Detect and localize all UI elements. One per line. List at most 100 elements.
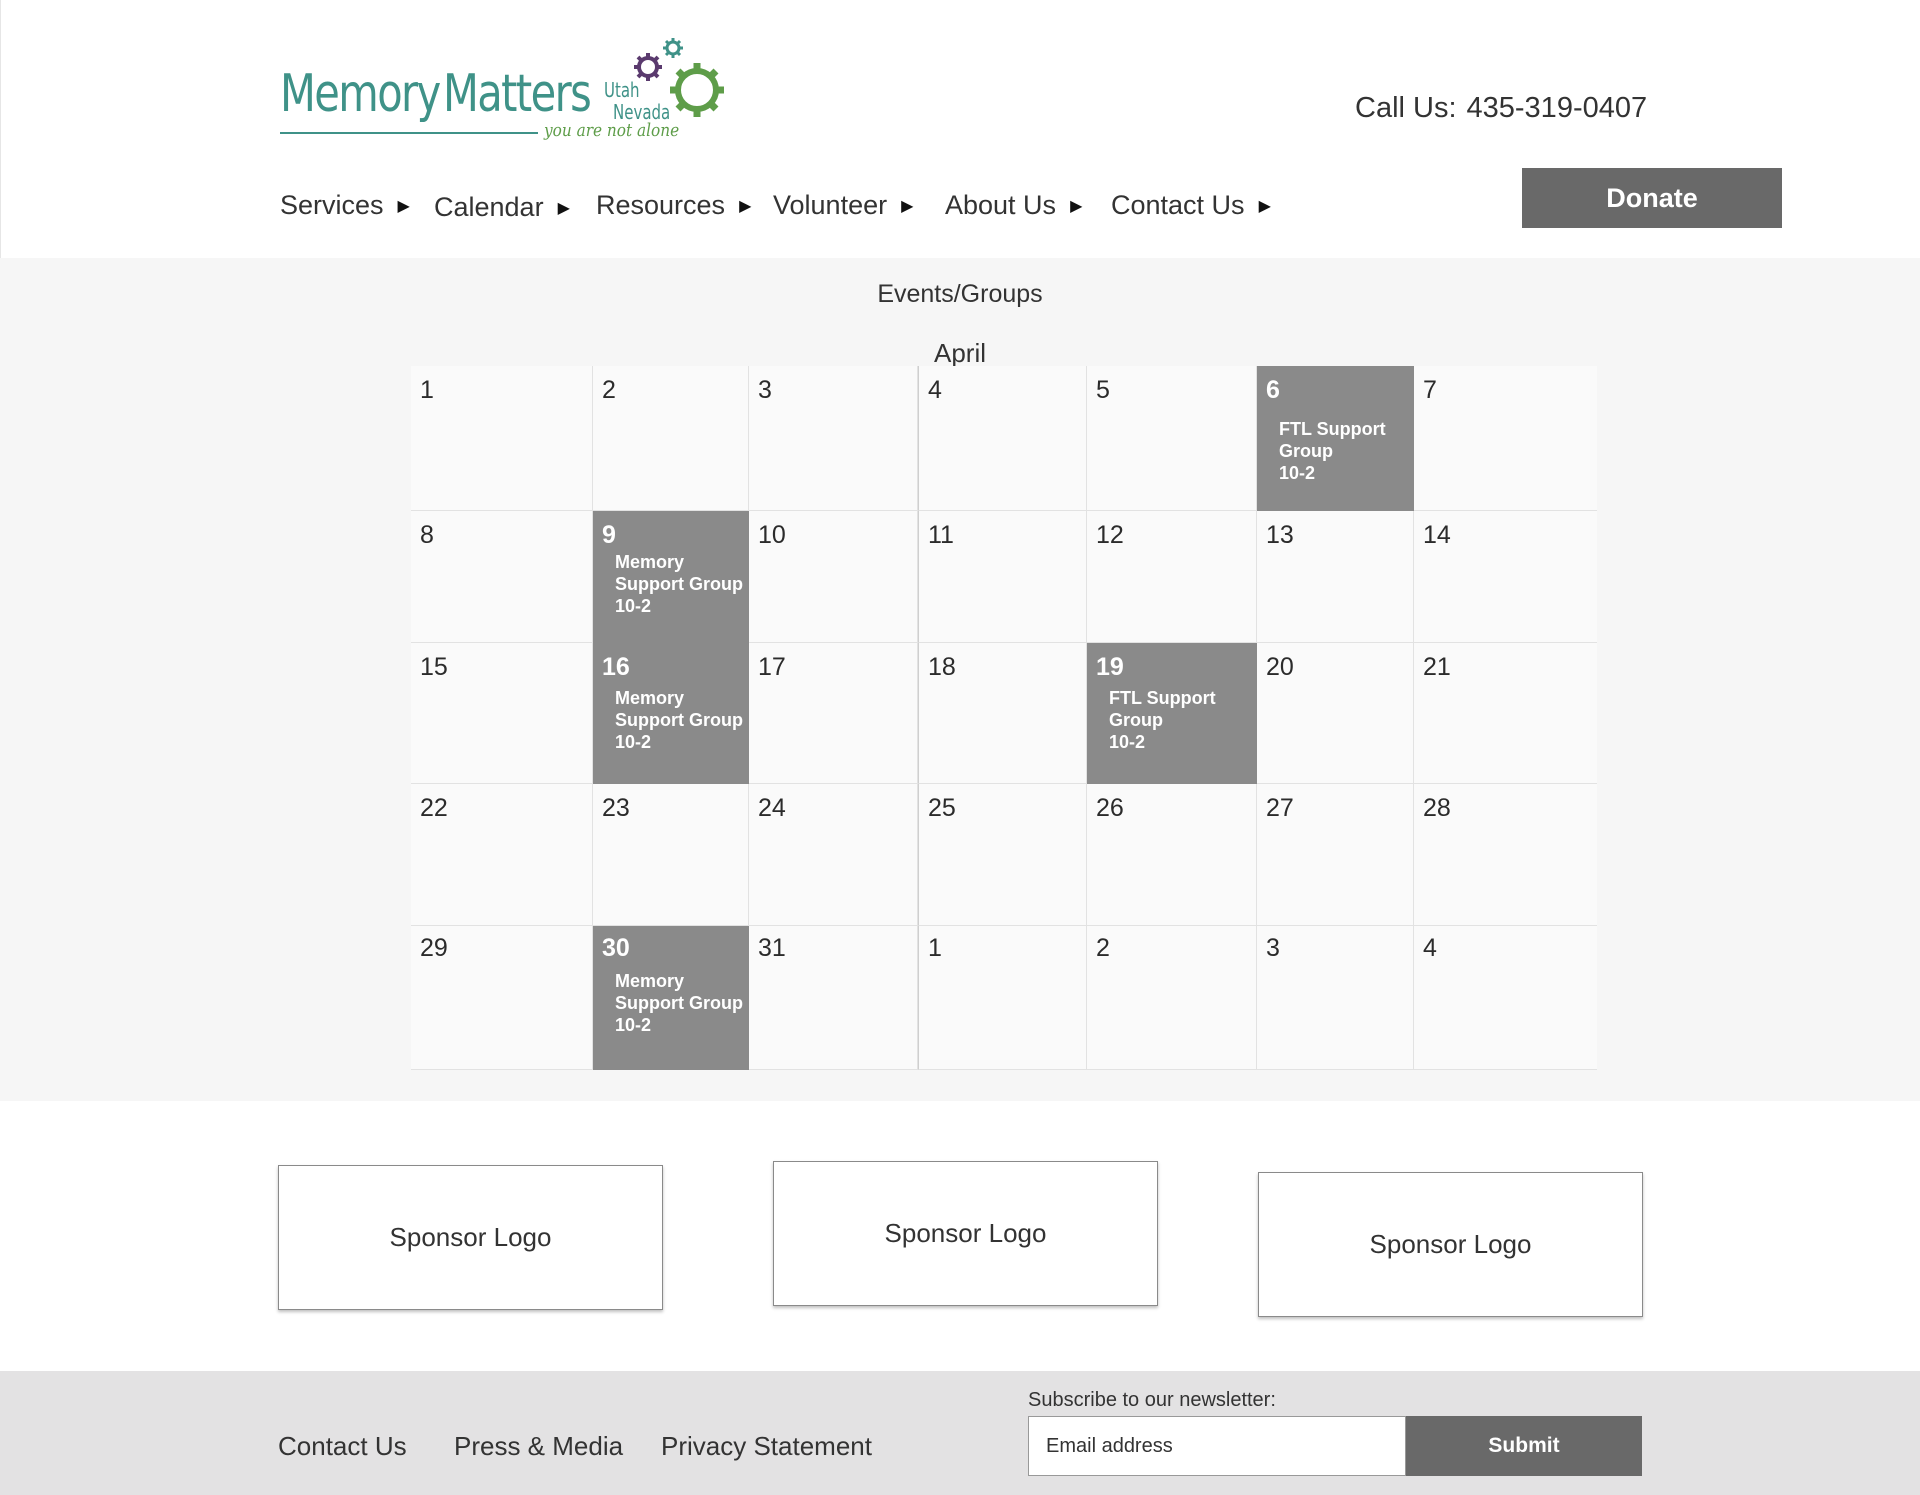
day-number: 7 [1423,376,1437,404]
month-heading: April [0,338,1920,372]
events-title: Events/Groups [877,280,1043,308]
event-label[interactable]: FTL Support Group 10-2 [1279,418,1386,484]
memory-matters-logo[interactable]: Memory Matters Utah Nevada you are not a… [278,36,728,148]
nav-item-contact-us[interactable]: Contact Us ▶ [1111,190,1271,221]
day-number: 16 [602,653,630,681]
day-number: 13 [1266,521,1294,549]
calendar-day-cell[interactable]: 19 FTL Support Group 10-2 [1087,643,1257,784]
nav-item-volunteer[interactable]: Volunteer ▶ [773,190,913,221]
day-number: 19 [1096,653,1124,681]
day-number: 29 [420,934,448,962]
sponsor-logo[interactable]: Sponsor Logo [773,1161,1158,1306]
nav-item-resources[interactable]: Resources ▶ [596,190,751,221]
sponsor-logo[interactable]: Sponsor Logo [1258,1172,1643,1317]
caret-right-icon: ▶ [557,199,570,217]
gear-icon [634,38,724,117]
nav-item-label: Contact Us [1111,190,1245,220]
site-footer: Contact Us Press & Media Privacy Stateme… [0,1371,1920,1495]
calendar-day-cell: 24 [749,784,918,926]
day-number: 20 [1266,653,1294,681]
calendar-day-cell: 28 [1414,784,1597,926]
newsletter-submit-button[interactable]: Submit [1406,1416,1642,1476]
logo-underline [280,132,538,134]
day-number: 3 [758,376,772,404]
phone-number[interactable]: 435-319-0407 [1467,92,1648,124]
calendar-day-cell: 21 [1414,643,1597,784]
caret-right-icon: ▶ [1258,197,1271,215]
calendar-day-cell: 15 [411,643,593,784]
day-number: 6 [1266,376,1280,404]
calendar-day-cell: 26 [1087,784,1257,926]
sponsor-logo-label: Sponsor Logo [1369,1229,1532,1259]
sponsor-logo-label: Sponsor Logo [884,1218,1047,1248]
calendar-day-cell: 13 [1257,511,1414,643]
caret-right-icon: ▶ [901,197,914,215]
calendar-day-cell: 4 [1414,926,1597,1070]
footer-link-contact-us[interactable]: Contact Us [278,1431,407,1462]
event-label[interactable]: Memory Support Group 10-2 [615,687,743,753]
day-number: 10 [758,521,786,549]
day-number: 14 [1423,521,1451,549]
events-section: Events/Groups April 1 2 3 4 5 6 FTL Support Gr… [0,258,1920,1101]
logo-word-memory: Memory [280,64,441,124]
day-number: 4 [928,376,942,404]
calendar-day-cell: 1 [918,926,1087,1070]
calendar-day-cell[interactable]: 6 FTL Support Group 10-2 [1257,366,1414,511]
caret-right-icon: ▶ [1070,197,1083,215]
day-number: 23 [602,794,630,822]
day-number: 18 [928,653,956,681]
calendar-day-cell: 2 [593,366,749,511]
donate-button[interactable]: Donate [1522,168,1782,228]
calendar-day-cell: 14 [1414,511,1597,643]
nav-item-calendar[interactable]: Calendar ▶ [434,192,570,223]
calendar-day-cell: 27 [1257,784,1414,926]
newsletter-label: Subscribe to our newsletter: [1028,1389,1276,1411]
calendar-day-cell[interactable]: 16 Memory Support Group 10-2 [593,643,749,784]
newsletter-email-input[interactable] [1028,1416,1406,1476]
calendar-day-cell: 12 [1087,511,1257,643]
day-number: 31 [758,934,786,962]
calendar-day-cell: 10 [749,511,918,643]
calendar-day-cell: 7 [1414,366,1597,511]
nav-item-label: Calendar [434,192,544,222]
day-number: 5 [1096,376,1110,404]
call-us: Call Us: 435-319-0407 [1355,92,1647,125]
calendar-day-cell[interactable]: 9 Memory Support Group 10-2 [593,511,749,643]
nav-item-services[interactable]: Services ▶ [280,190,410,221]
calendar-day-cell[interactable]: 30 Memory Support Group 10-2 [593,926,749,1070]
event-label[interactable]: Memory Support Group 10-2 [615,551,743,617]
event-label[interactable]: Memory Support Group 10-2 [615,970,743,1036]
calendar-day-cell: 2 [1087,926,1257,1070]
day-number: 17 [758,653,786,681]
footer-link-privacy-statement[interactable]: Privacy Statement [661,1431,872,1462]
calendar-day-cell: 17 [749,643,918,784]
day-number: 11 [928,521,954,549]
day-number: 9 [602,521,616,549]
calendar-day-cell: 18 [918,643,1087,784]
calendar-day-cell: 31 [749,926,918,1070]
day-number: 15 [420,653,448,681]
footer-link-press-media[interactable]: Press & Media [454,1431,623,1462]
day-number: 12 [1096,521,1124,549]
calendar-day-cell: 1 [411,366,593,511]
event-label[interactable]: FTL Support Group 10-2 [1109,687,1216,753]
caret-right-icon: ▶ [397,197,410,215]
nav-item-about-us[interactable]: About Us ▶ [945,190,1082,221]
sponsor-logo[interactable]: Sponsor Logo [278,1165,663,1310]
day-number: 1 [420,376,434,404]
calendar-day-cell: 23 [593,784,749,926]
calendar-grid: 1 2 3 4 5 6 FTL Support Group 10-2 7 8 9 Memory Su… [411,366,1597,1070]
day-number: 25 [928,794,956,822]
day-number: 1 [928,934,942,962]
nav-item-label: About Us [945,190,1057,220]
day-number: 28 [1423,794,1451,822]
day-number: 22 [420,794,448,822]
day-number: 21 [1423,653,1451,681]
day-number: 2 [1096,934,1110,962]
day-number: 2 [602,376,616,404]
day-number: 3 [1266,934,1280,962]
call-label: Call Us: [1355,92,1457,124]
calendar-day-cell: 11 [918,511,1087,643]
nav-item-label: Volunteer [773,190,888,220]
nav-item-label: Services [280,190,384,220]
